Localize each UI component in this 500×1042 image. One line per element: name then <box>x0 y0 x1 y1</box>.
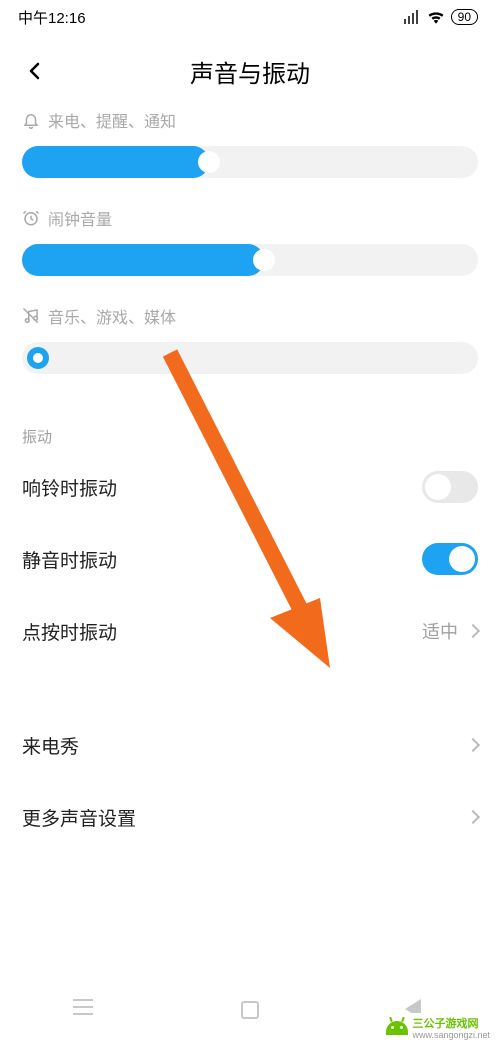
row-incoming-show[interactable]: 来电秀 <box>22 709 478 781</box>
row-incoming-show-label: 来电秀 <box>22 732 79 759</box>
back-icon <box>26 62 44 80</box>
status-icons: 90 <box>403 9 478 25</box>
slider-alarm: 闹钟音量 <box>22 206 478 276</box>
watermark-url: www.sangongzi.net <box>412 1031 490 1040</box>
row-vibrate-on-ring[interactable]: 响铃时振动 <box>22 451 478 523</box>
watermark: 三公子游戏网 www.sangongzi.net <box>382 1013 494 1042</box>
section-vibration: 振动 <box>22 426 478 447</box>
signal-icon <box>403 10 421 24</box>
chevron-right-icon <box>466 810 480 824</box>
row-tap-vibrate-label: 点按时振动 <box>22 618 117 645</box>
watermark-brand: 三公子游戏网 <box>412 1018 478 1030</box>
nav-recent-button[interactable] <box>73 999 95 1021</box>
chevron-right-icon <box>466 738 480 752</box>
page-title: 声音与振动 <box>0 54 500 89</box>
slider-media-track[interactable] <box>22 342 478 374</box>
slider-alarm-track[interactable] <box>22 244 478 276</box>
bell-icon <box>22 111 40 129</box>
row-vibrate-on-ring-label: 响铃时振动 <box>22 474 117 501</box>
toggle-vibrate-on-silent[interactable] <box>422 543 478 575</box>
row-vibrate-on-silent-label: 静音时振动 <box>22 546 117 573</box>
battery-icon: 90 <box>451 9 478 25</box>
row-more-sound-label: 更多声音设置 <box>22 804 136 831</box>
slider-media: 音乐、游戏、媒体 <box>22 304 478 374</box>
slider-alarm-label: 闹钟音量 <box>48 206 112 230</box>
header: 声音与振动 <box>0 34 500 108</box>
slider-media-label: 音乐、游戏、媒体 <box>48 304 176 328</box>
android-icon <box>386 1021 408 1035</box>
nav-home-button[interactable] <box>241 1001 259 1019</box>
slider-ringer-track[interactable] <box>22 146 478 178</box>
row-more-sound[interactable]: 更多声音设置 <box>22 781 478 853</box>
music-mute-icon <box>22 307 40 325</box>
wifi-icon <box>427 10 445 24</box>
slider-ringer-label: 来电、提醒、通知 <box>48 108 176 132</box>
alarm-icon <box>22 209 40 227</box>
chevron-right-icon <box>466 624 480 638</box>
slider-ringer: 来电、提醒、通知 <box>22 108 478 178</box>
row-tap-vibrate[interactable]: 点按时振动 适中 <box>22 595 478 667</box>
status-time: 中午12:16 <box>18 7 86 28</box>
row-tap-vibrate-value: 适中 <box>422 618 458 644</box>
status-bar: 中午12:16 90 <box>0 0 500 34</box>
toggle-vibrate-on-ring[interactable] <box>422 471 478 503</box>
back-button[interactable] <box>18 54 52 88</box>
row-vibrate-on-silent[interactable]: 静音时振动 <box>22 523 478 595</box>
